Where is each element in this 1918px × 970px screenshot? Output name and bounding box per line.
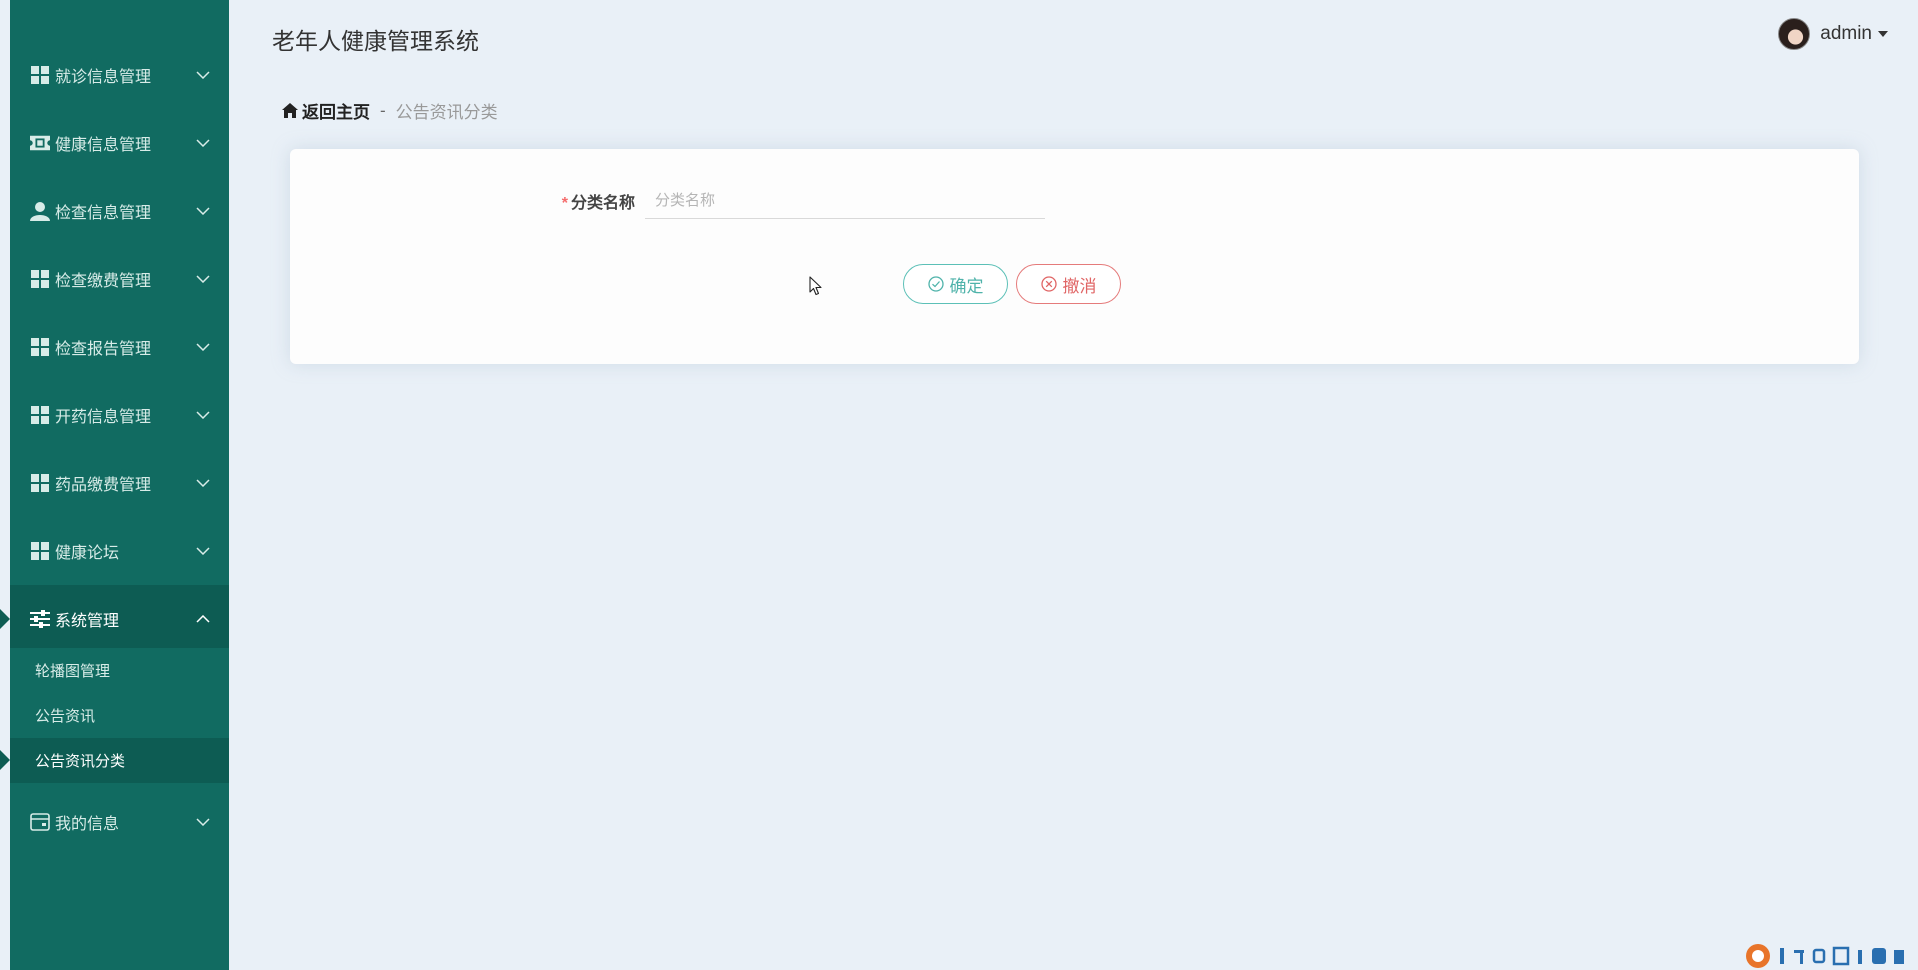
user-icon (30, 201, 50, 221)
grid-icon (30, 405, 50, 425)
required-mark: * (561, 195, 568, 212)
card-icon (30, 812, 50, 832)
sidebar-item-label: 健康信息管理 (55, 137, 152, 154)
category-name-label-text: 分类名称 (570, 195, 635, 212)
sidebar-subitem-news[interactable]: 公告资讯 (10, 693, 229, 738)
sidebar-item-label: 健康论坛 (55, 545, 120, 562)
sidebar-item-exam-payment[interactable]: 检查缴费管理 (10, 249, 229, 309)
chevron-down-icon (191, 267, 215, 291)
grid-icon (30, 473, 50, 493)
sidebar-item-exam-info[interactable]: 检查信息管理 (10, 181, 229, 241)
breadcrumb: 返回主页 - 公告资讯分类 (282, 98, 498, 123)
sidebar-item-visit-info[interactable]: 就诊信息管理 (10, 45, 229, 105)
category-name-row: * 分类名称 (560, 183, 1045, 219)
sidebar-item-drug-payment[interactable]: 药品缴费管理 (10, 453, 229, 513)
mouse-cursor-icon (809, 276, 823, 301)
home-link-label: 返回主页 (302, 103, 370, 122)
sidebar-item-system-management[interactable]: 系统管理 (0, 585, 229, 653)
sidebar: 就诊信息管理 健康信息管理 检查信息管理 检查缴费管理 检查报告管理 开药信息管… (0, 0, 229, 970)
close-circle-icon (1040, 276, 1057, 292)
sidebar-item-label: 药品缴费管理 (55, 477, 152, 494)
grid-icon (30, 269, 50, 289)
avatar (1778, 18, 1811, 50)
sidebar-item-label: 检查信息管理 (55, 205, 152, 222)
system-management-submenu: 轮播图管理 公告资讯 公告资讯分类 (0, 648, 229, 783)
sidebar-item-label: 就诊信息管理 (55, 69, 152, 86)
cancel-button[interactable]: 撤消 (1016, 264, 1121, 304)
sidebar-item-label: 检查报告管理 (55, 341, 152, 358)
grid-icon (30, 337, 50, 357)
caret-down-icon (1878, 31, 1888, 37)
watermark-logo-icon (1744, 942, 1918, 970)
chevron-down-icon (191, 471, 215, 495)
breadcrumb-separator: - (380, 100, 386, 120)
chevron-down-icon (191, 810, 215, 834)
confirm-button[interactable]: 确定 (903, 264, 1008, 304)
app-title: 老年人健康管理系统 (272, 28, 479, 54)
home-icon (282, 103, 298, 118)
category-name-input[interactable] (645, 183, 1045, 219)
chevron-down-icon (191, 335, 215, 359)
sidebar-item-exam-report[interactable]: 检查报告管理 (10, 317, 229, 377)
chevron-down-icon (191, 131, 215, 155)
sidebar-item-label: 我的信息 (55, 816, 120, 833)
check-circle-icon (927, 276, 944, 292)
sidebar-item-label: 检查缴费管理 (55, 273, 152, 290)
sidebar-item-label: 开药信息管理 (55, 409, 152, 426)
breadcrumb-current: 公告资讯分类 (395, 103, 498, 122)
chevron-up-icon (191, 607, 215, 631)
sidebar-item-label: 系统管理 (55, 613, 120, 630)
ticket-icon (30, 133, 50, 153)
grid-icon (30, 65, 50, 85)
user-menu[interactable]: admin (1778, 18, 1888, 50)
chevron-down-icon (191, 403, 215, 427)
sliders-icon (30, 609, 50, 629)
home-link[interactable]: 返回主页 (282, 98, 370, 123)
grid-icon (30, 541, 50, 561)
chevron-down-icon (191, 63, 215, 87)
sidebar-item-my-info[interactable]: 我的信息 (10, 792, 229, 852)
chevron-down-icon (191, 539, 215, 563)
confirm-button-label: 确定 (949, 276, 984, 296)
sidebar-item-health-forum[interactable]: 健康论坛 (10, 521, 229, 581)
cancel-button-label: 撤消 (1062, 276, 1097, 296)
form-card: *分类名称 确定 撤消 (290, 149, 1859, 364)
category-name-label: * 分类名称 (560, 189, 645, 213)
chevron-down-icon (191, 199, 215, 223)
username: admin (1820, 23, 1872, 44)
sidebar-item-health-info[interactable]: 健康信息管理 (10, 113, 229, 173)
sidebar-subitem-carousel[interactable]: 轮播图管理 (10, 648, 229, 693)
sidebar-item-prescription[interactable]: 开药信息管理 (10, 385, 229, 445)
sidebar-subitem-news-category[interactable]: 公告资讯分类 (0, 738, 229, 783)
